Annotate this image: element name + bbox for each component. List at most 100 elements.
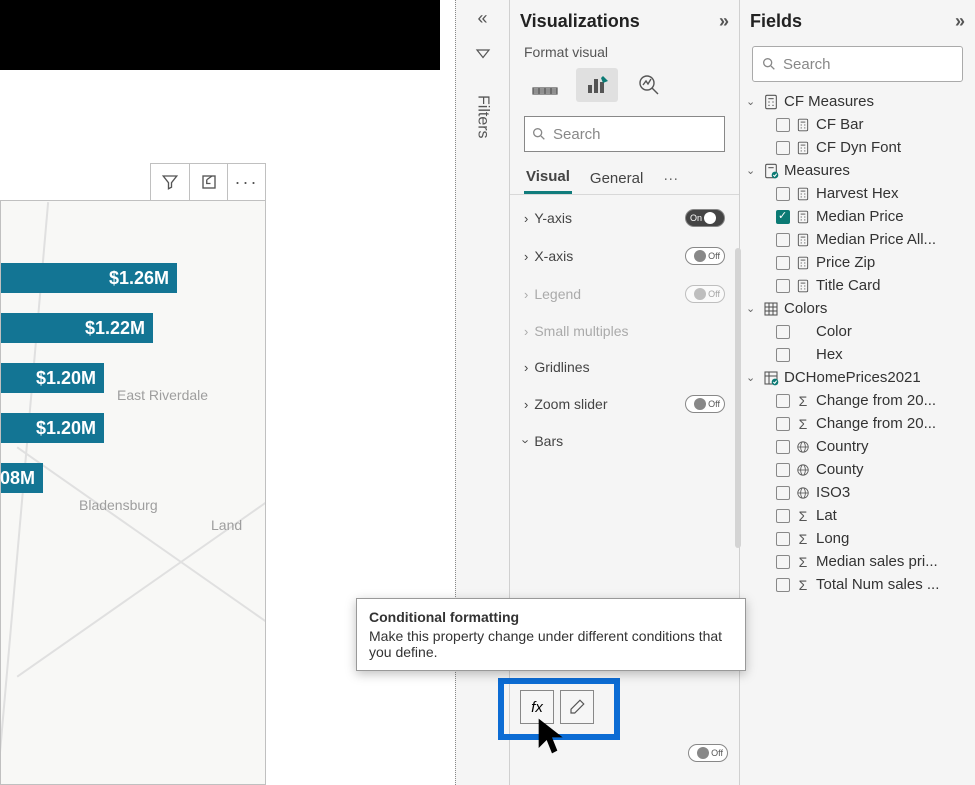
chevron-down-icon: ⌄ (746, 95, 758, 108)
section-bars[interactable]: ›Bars (510, 423, 739, 459)
field-item[interactable]: County (740, 458, 975, 481)
field-checkbox[interactable] (776, 509, 790, 523)
map-label: Land (211, 517, 242, 533)
field-checkbox[interactable] (776, 555, 790, 569)
filter-icon[interactable] (151, 164, 189, 200)
field-checkbox[interactable] (776, 417, 790, 431)
tab-visual[interactable]: Visual (524, 162, 572, 194)
visual-dark-header (0, 0, 440, 70)
scrollbar[interactable] (735, 248, 741, 548)
field-item[interactable]: CF Dyn Font (740, 136, 975, 159)
field-type-icon (795, 232, 811, 248)
field-checkbox[interactable] (776, 187, 790, 201)
build-visual-icon[interactable] (524, 68, 566, 102)
show-all-toggle[interactable]: Off (688, 744, 728, 762)
format-mode-switcher (510, 62, 739, 112)
field-type-icon (795, 485, 811, 501)
field-checkbox[interactable] (776, 210, 790, 224)
field-label: Change from 20... (816, 392, 936, 409)
collapse-fields-icon[interactable]: » (955, 11, 965, 32)
field-label: Color (816, 323, 852, 340)
field-checkbox[interactable] (776, 118, 790, 132)
field-checkbox[interactable] (776, 256, 790, 270)
chevron-right-icon: › (524, 324, 528, 339)
field-item[interactable]: ΣChange from 20... (740, 412, 975, 435)
fields-tree: ⌄ CF Measures CF BarCF Dyn Font⌄MeasuresHa… (740, 90, 975, 785)
more-options-icon[interactable]: ··· (227, 164, 265, 200)
field-item[interactable]: Price Zip (740, 251, 975, 274)
filters-label: Filters (474, 95, 492, 139)
section-gridlines[interactable]: ›Gridlines (510, 349, 739, 385)
field-item[interactable]: Title Card (740, 274, 975, 297)
field-checkbox[interactable] (776, 532, 790, 546)
chevron-right-icon: › (524, 287, 528, 302)
field-item[interactable]: ΣLat (740, 504, 975, 527)
field-item[interactable]: ISO3 (740, 481, 975, 504)
field-type-icon (795, 462, 811, 478)
selected-visual[interactable]: ··· East Riverdale Bladensburg Land $1.2… (0, 200, 266, 785)
field-item[interactable]: ΣMedian sales pri... (740, 550, 975, 573)
field-checkbox[interactable] (776, 279, 790, 293)
field-item[interactable]: Country (740, 435, 975, 458)
field-checkbox[interactable] (776, 578, 790, 592)
section-zoom-slider[interactable]: ›Zoom slider Off (510, 385, 739, 423)
field-item[interactable]: ΣChange from 20... (740, 389, 975, 412)
expand-filters-icon[interactable]: « (477, 8, 487, 29)
field-item[interactable]: ΣTotal Num sales ... (740, 573, 975, 596)
field-label: ISO3 (816, 484, 850, 501)
field-type-icon: Σ (795, 508, 811, 524)
bar: $1.20M (1, 363, 104, 393)
field-label: Hex (816, 346, 843, 363)
chevron-right-icon: › (524, 397, 528, 412)
field-item[interactable]: Median Price All... (740, 228, 975, 251)
field-label: Median Price (816, 208, 904, 225)
field-checkbox[interactable] (776, 486, 790, 500)
section-small-multiples: ›Small multiples (510, 313, 739, 349)
chevron-down-icon: ⌄ (746, 164, 758, 177)
field-checkbox[interactable] (776, 325, 790, 339)
analytics-icon[interactable] (628, 68, 670, 102)
field-type-icon (795, 186, 811, 202)
field-item[interactable]: Color (740, 320, 975, 343)
field-checkbox[interactable] (776, 394, 790, 408)
field-type-icon (795, 347, 811, 363)
section-y-axis[interactable]: ›Y-axis On (510, 199, 739, 237)
zoom-slider-toggle[interactable]: Off (685, 395, 725, 413)
field-label: Total Num sales ... (816, 576, 939, 593)
field-item[interactable]: Harvest Hex (740, 182, 975, 205)
field-checkbox[interactable] (776, 348, 790, 362)
search-icon (761, 56, 777, 72)
field-checkbox[interactable] (776, 141, 790, 155)
tab-more-icon[interactable]: ··· (661, 164, 680, 193)
chevron-down-icon: ⌄ (746, 302, 758, 315)
x-axis-toggle[interactable]: Off (685, 247, 725, 265)
field-group[interactable]: ⌄Colors (740, 297, 975, 320)
bar: $1.26M (1, 263, 177, 293)
focus-mode-icon[interactable] (189, 164, 227, 200)
field-group[interactable]: ⌄ CF Measures (740, 90, 975, 113)
field-checkbox[interactable] (776, 233, 790, 247)
fields-search-input[interactable]: Search (752, 46, 963, 82)
field-label: County (816, 461, 864, 478)
field-group-label: CF Measures (784, 93, 874, 110)
field-checkbox[interactable] (776, 463, 790, 477)
collapse-viz-icon[interactable]: » (719, 11, 729, 32)
field-item[interactable]: ΣLong (740, 527, 975, 550)
format-search-input[interactable]: Search (524, 116, 725, 152)
fields-title: Fields (750, 11, 802, 32)
filters-trigger-icon[interactable] (474, 47, 492, 65)
field-label: Change from 20... (816, 415, 936, 432)
field-type-icon (795, 117, 811, 133)
field-item[interactable]: CF Bar (740, 113, 975, 136)
field-item[interactable]: Hex (740, 343, 975, 366)
field-group[interactable]: ⌄DCHomePrices2021 (740, 366, 975, 389)
tab-general[interactable]: General (588, 164, 645, 193)
field-item[interactable]: Median Price (740, 205, 975, 228)
field-group[interactable]: ⌄Measures (740, 159, 975, 182)
format-visual-icon[interactable] (576, 68, 618, 102)
field-checkbox[interactable] (776, 440, 790, 454)
y-axis-toggle[interactable]: On (685, 209, 725, 227)
chevron-right-icon: › (524, 211, 528, 226)
section-x-axis[interactable]: ›X-axis Off (510, 237, 739, 275)
field-label: Median Price All... (816, 231, 936, 248)
